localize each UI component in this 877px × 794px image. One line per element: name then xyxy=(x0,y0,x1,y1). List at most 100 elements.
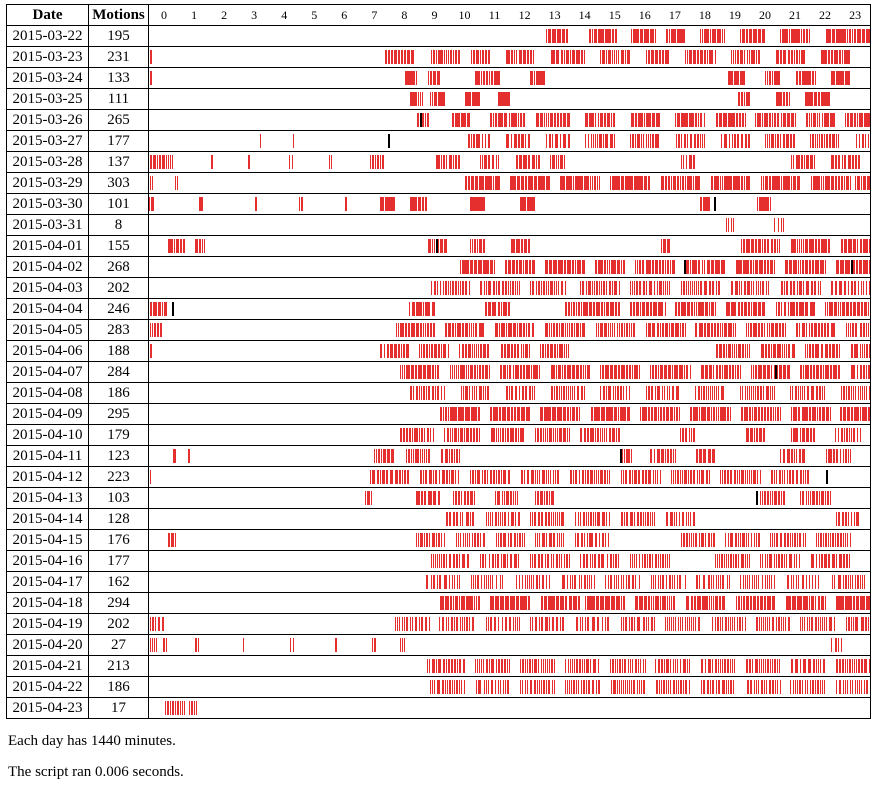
cell-date: 2015-04-08 xyxy=(7,383,89,404)
cell-timeline xyxy=(149,341,871,362)
cell-timeline xyxy=(149,47,871,68)
cell-motions: 103 xyxy=(89,488,149,509)
motions-table: Date Motions 012345678910111213141516171… xyxy=(6,4,871,719)
cell-date: 2015-03-25 xyxy=(7,89,89,110)
cell-motions: 186 xyxy=(89,383,149,404)
cell-date: 2015-04-03 xyxy=(7,278,89,299)
hour-label: 20 xyxy=(750,8,780,23)
table-row: 2015-04-10179 xyxy=(7,425,871,446)
table-row: 2015-04-13103 xyxy=(7,488,871,509)
cell-timeline xyxy=(149,257,871,278)
cell-date: 2015-04-15 xyxy=(7,530,89,551)
cell-motions: 133 xyxy=(89,68,149,89)
table-row: 2015-04-14128 xyxy=(7,509,871,530)
table-row: 2015-03-318 xyxy=(7,215,871,236)
cell-motions: 177 xyxy=(89,551,149,572)
cell-date: 2015-04-20 xyxy=(7,635,89,656)
cell-date: 2015-04-13 xyxy=(7,488,89,509)
cell-timeline xyxy=(149,131,871,152)
cell-date: 2015-04-19 xyxy=(7,614,89,635)
cell-date: 2015-04-22 xyxy=(7,677,89,698)
cell-date: 2015-04-23 xyxy=(7,698,89,719)
cell-motions: 155 xyxy=(89,236,149,257)
cell-timeline xyxy=(149,278,871,299)
table-row: 2015-04-04246 xyxy=(7,299,871,320)
cell-timeline xyxy=(149,530,871,551)
header-row: Date Motions 012345678910111213141516171… xyxy=(7,5,871,26)
cell-timeline xyxy=(149,362,871,383)
cell-date: 2015-04-06 xyxy=(7,341,89,362)
table-row: 2015-03-27177 xyxy=(7,131,871,152)
cell-timeline xyxy=(149,467,871,488)
cell-motions: 295 xyxy=(89,404,149,425)
table-row: 2015-03-24133 xyxy=(7,68,871,89)
cell-date: 2015-04-16 xyxy=(7,551,89,572)
hour-label: 3 xyxy=(239,8,269,23)
table-row: 2015-04-06188 xyxy=(7,341,871,362)
cell-date: 2015-04-18 xyxy=(7,593,89,614)
hour-label: 4 xyxy=(269,8,299,23)
cell-date: 2015-03-31 xyxy=(7,215,89,236)
table-row: 2015-03-26265 xyxy=(7,110,871,131)
cell-motions: 246 xyxy=(89,299,149,320)
hour-label: 22 xyxy=(810,8,840,23)
cell-motions: 202 xyxy=(89,278,149,299)
cell-date: 2015-04-07 xyxy=(7,362,89,383)
hour-label: 16 xyxy=(630,8,660,23)
cell-date: 2015-04-01 xyxy=(7,236,89,257)
table-row: 2015-03-30101 xyxy=(7,194,871,215)
cell-timeline xyxy=(149,236,871,257)
hour-label: 5 xyxy=(299,8,329,23)
cell-date: 2015-04-10 xyxy=(7,425,89,446)
hour-label: 6 xyxy=(329,8,359,23)
table-row: 2015-03-29303 xyxy=(7,173,871,194)
cell-timeline xyxy=(149,509,871,530)
cell-motions: 179 xyxy=(89,425,149,446)
cell-motions: 137 xyxy=(89,152,149,173)
hour-label: 13 xyxy=(540,8,570,23)
header-motions: Motions xyxy=(89,5,149,26)
hour-label: 18 xyxy=(690,8,720,23)
table-row: 2015-04-17162 xyxy=(7,572,871,593)
hour-label: 19 xyxy=(720,8,750,23)
table-row: 2015-04-08186 xyxy=(7,383,871,404)
cell-date: 2015-03-26 xyxy=(7,110,89,131)
table-row: 2015-04-11123 xyxy=(7,446,871,467)
cell-timeline xyxy=(149,194,871,215)
cell-date: 2015-04-12 xyxy=(7,467,89,488)
hour-label: 11 xyxy=(480,8,510,23)
hour-label: 23 xyxy=(840,8,870,23)
cell-motions: 188 xyxy=(89,341,149,362)
cell-motions: 101 xyxy=(89,194,149,215)
table-row: 2015-04-09295 xyxy=(7,404,871,425)
cell-motions: 128 xyxy=(89,509,149,530)
cell-motions: 223 xyxy=(89,467,149,488)
cell-timeline xyxy=(149,404,871,425)
table-row: 2015-03-25111 xyxy=(7,89,871,110)
cell-date: 2015-04-17 xyxy=(7,572,89,593)
table-row: 2015-04-2027 xyxy=(7,635,871,656)
table-row: 2015-04-15176 xyxy=(7,530,871,551)
cell-motions: 177 xyxy=(89,131,149,152)
table-row: 2015-04-16177 xyxy=(7,551,871,572)
cell-timeline xyxy=(149,488,871,509)
cell-timeline xyxy=(149,173,871,194)
cell-motions: 17 xyxy=(89,698,149,719)
table-row: 2015-04-02268 xyxy=(7,257,871,278)
cell-date: 2015-03-28 xyxy=(7,152,89,173)
cell-timeline xyxy=(149,26,871,47)
cell-motions: 202 xyxy=(89,614,149,635)
cell-date: 2015-04-05 xyxy=(7,320,89,341)
cell-motions: 283 xyxy=(89,320,149,341)
cell-date: 2015-03-24 xyxy=(7,68,89,89)
hour-label: 0 xyxy=(149,8,179,23)
cell-timeline xyxy=(149,215,871,236)
cell-motions: 284 xyxy=(89,362,149,383)
hour-label: 15 xyxy=(600,8,630,23)
hour-label: 1 xyxy=(179,8,209,23)
cell-timeline xyxy=(149,383,871,404)
cell-date: 2015-03-22 xyxy=(7,26,89,47)
table-row: 2015-04-07284 xyxy=(7,362,871,383)
cell-timeline xyxy=(149,89,871,110)
cell-motions: 186 xyxy=(89,677,149,698)
